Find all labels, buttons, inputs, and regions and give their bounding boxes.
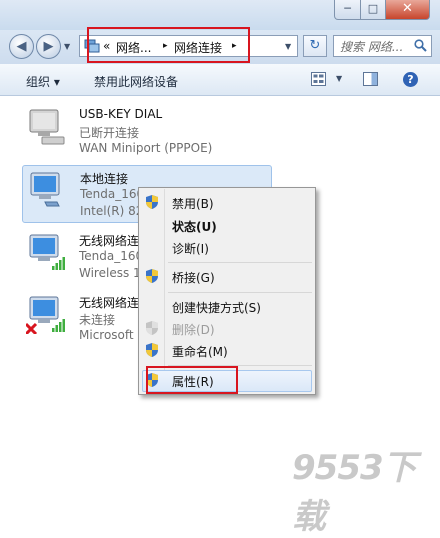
red-highlight-box [87,27,250,63]
connection-device: Microsoft [79,328,134,342]
help-icon[interactable]: ? [403,72,418,87]
recent-pages-chevron-icon[interactable]: ▼ [64,42,70,51]
wireless-monitor-icon [29,234,65,270]
connection-name: 无线网络连 [79,296,140,310]
menu-item-delete: 删除(D) [172,323,215,337]
menu-separator [168,262,312,263]
dialup-monitor-icon [29,109,65,145]
connection-status: 未连接 [79,313,116,327]
menu-item-diagnose[interactable]: 诊断(I) [172,240,209,257]
connection-status: Tenda_160 [80,187,145,201]
address-dropdown-icon[interactable]: ▼ [285,42,291,51]
change-view-icon[interactable] [311,72,326,86]
red-highlight-box [146,366,238,394]
menu-item-rename[interactable]: 重命名(M) [172,343,228,360]
wireless-disconnected-icon [26,296,65,334]
maximize-button[interactable]: □ [360,0,386,20]
refresh-button[interactable]: ↻ [303,35,327,57]
preview-pane-icon[interactable] [363,72,378,86]
minimize-button[interactable]: ─ [334,0,361,20]
disable-device-button[interactable]: 禁用此网络设备 [94,73,178,90]
connection-device: Wireless 1 [79,266,141,280]
menu-item-status[interactable]: 状态(U) [172,218,217,235]
menu-separator [168,292,312,293]
menu-item-bridge[interactable]: 桥接(G) [172,269,215,286]
uac-shield-icon-disabled [146,321,158,335]
lan-monitor-icon [30,172,60,207]
menu-item-create-shortcut[interactable]: 创建快捷方式(S) [172,299,261,316]
connection-name: 无线网络连 [79,234,140,248]
close-button[interactable]: ✕ [385,0,430,20]
connection-status: 已断开连接 [79,126,140,140]
organize-menu[interactable]: 组织 ▾ [26,73,60,90]
connection-name: USB-KEY DIAL [79,107,163,121]
watermark-logo: 9553下载 [292,448,417,537]
connection-item-usb-key-dial[interactable]: USB-KEY DIAL 已断开连接 WAN Miniport (PPPOE) [22,103,272,161]
connection-status: Tenda_160 [79,249,144,263]
connection-device: Intel(R) 82 [80,204,144,218]
forward-button[interactable]: ▶ [36,34,61,59]
connection-device: WAN Miniport (PPPOE) [79,141,213,155]
view-dropdown-icon[interactable]: ▼ [336,74,342,83]
search-placeholder: 搜索 网络... [340,40,404,54]
back-button[interactable]: ◀ [9,34,34,59]
connection-name: 本地连接 [80,172,129,186]
uac-shield-icon [146,195,158,209]
menu-item-disable[interactable]: 禁用(B) [172,195,214,212]
menu-icon-gutter [164,189,165,393]
uac-shield-icon [146,269,158,283]
uac-shield-icon [146,343,158,357]
search-icon[interactable] [414,39,427,52]
